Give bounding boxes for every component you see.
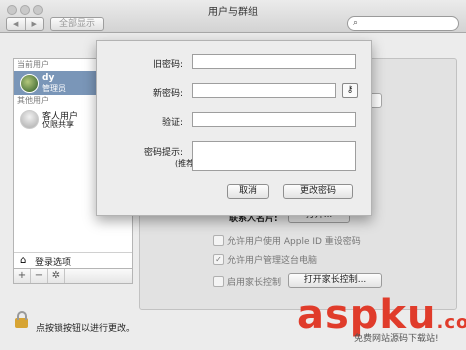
gear-icon[interactable]: ✲ — [48, 269, 65, 283]
login-options-label: 登录选项 — [35, 258, 72, 268]
magnifier-icon: ⌕ — [353, 18, 359, 28]
change-password-button[interactable]: 更改密码 — [283, 184, 353, 199]
allow-apple-id-reset-checkbox[interactable] — [213, 235, 224, 246]
parental-controls-label: 启用家长控制 — [227, 278, 282, 288]
search-field[interactable]: ⌕ — [347, 16, 459, 31]
sidebar-buttons: + − ✲ — [14, 268, 132, 283]
allow-admin-label: 允许用户管理这台电脑 — [227, 256, 318, 266]
password-hint-field[interactable] — [192, 141, 356, 171]
key-icon[interactable]: ⚷ — [342, 83, 358, 98]
verify-label: 验证: — [161, 118, 183, 128]
guest-role: 仅限共享 — [42, 120, 74, 129]
change-password-sheet: 旧密码: 新密码: ⚷ 验证: 密码提示: (推荐) 取消 更改密码 — [96, 40, 372, 216]
old-password-label: 旧密码: — [152, 60, 183, 70]
lock-icon[interactable] — [15, 311, 28, 328]
cancel-button[interactable]: 取消 — [227, 184, 269, 199]
watermark-domain-text: .com — [436, 312, 466, 333]
window-titlebar: 用户与群组 ◀ ▶ 全部显示 ⌕ — [0, 0, 466, 33]
user-name: dy — [42, 73, 55, 83]
show-all-button[interactable]: 全部显示 — [50, 17, 104, 31]
allow-admin-checkbox[interactable]: ✓ — [213, 254, 224, 265]
remove-user-button[interactable]: − — [31, 269, 48, 283]
house-icon: ⌂ — [20, 255, 27, 266]
add-user-button[interactable]: + — [14, 269, 31, 283]
parental-controls-checkbox[interactable] — [213, 276, 224, 287]
new-password-field[interactable] — [192, 83, 336, 98]
lock-hint-text: 点按锁按钮以进行更改。 — [36, 324, 136, 334]
new-password-label: 新密码: — [152, 89, 183, 99]
verify-password-field[interactable] — [192, 112, 356, 127]
guest-avatar — [20, 110, 39, 129]
back-forward-control[interactable]: ◀ ▶ — [6, 17, 44, 31]
open-parental-controls-button[interactable]: 打开家长控制... — [288, 273, 382, 288]
user-role: 管理员 — [42, 84, 66, 93]
user-avatar — [20, 74, 39, 93]
forward-arrow-icon[interactable]: ▶ — [26, 18, 44, 30]
allow-apple-id-reset-label: 允许用户使用 Apple ID 重设密码 — [227, 237, 361, 247]
old-password-field[interactable] — [192, 54, 356, 69]
password-hint-label: 密码提示: — [143, 148, 183, 158]
watermark-subtitle: 免费网站源码下载站! — [354, 334, 439, 344]
login-options-item[interactable]: ⌂ 登录选项 — [14, 252, 132, 268]
back-arrow-icon[interactable]: ◀ — [7, 18, 26, 30]
